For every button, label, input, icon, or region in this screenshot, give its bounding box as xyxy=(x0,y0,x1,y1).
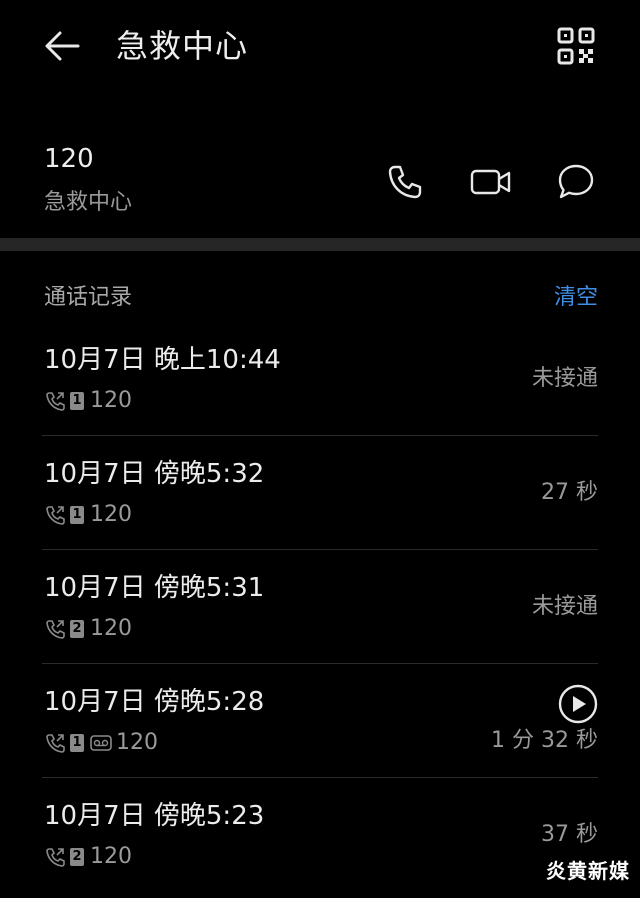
call-log-title: 通话记录 xyxy=(44,285,133,310)
call-outgoing-icon xyxy=(44,390,66,412)
call-time: 10月7日 傍晚5:23 xyxy=(44,801,265,831)
sim-card-icon: 1 xyxy=(70,506,84,524)
call-log-row[interactable]: 10月7日 傍晚5:32 1 120 27 秒 xyxy=(42,436,598,550)
watermark: 炎黄新媒 xyxy=(546,859,630,883)
voicemail-icon xyxy=(90,734,112,752)
message-button[interactable] xyxy=(554,160,598,204)
call-status: 未接通 xyxy=(531,594,598,619)
chat-bubble-icon xyxy=(558,164,594,199)
section-divider xyxy=(0,238,640,251)
call-button[interactable] xyxy=(383,160,427,204)
call-time: 10月7日 晚上10:44 xyxy=(44,345,281,375)
call-meta: 1 120 xyxy=(44,500,132,530)
qr-code-icon xyxy=(557,27,595,65)
call-outgoing-icon xyxy=(44,618,66,640)
back-button[interactable] xyxy=(40,26,84,66)
sim-card-icon: 1 xyxy=(70,392,84,410)
play-recording-button[interactable] xyxy=(558,684,598,724)
call-meta: 1 120 xyxy=(44,386,132,416)
call-number: 120 xyxy=(90,616,132,641)
app-header: 急救中心 xyxy=(0,0,640,96)
call-status: 27 秒 xyxy=(541,480,598,505)
call-meta: 2 120 xyxy=(44,842,132,872)
call-status: 未接通 xyxy=(531,366,598,391)
call-number: 120 xyxy=(90,388,132,413)
call-number: 120 xyxy=(90,502,132,527)
clear-button[interactable]: 清空 xyxy=(554,280,598,316)
call-status: 37 秒 xyxy=(541,822,598,847)
call-time: 10月7日 傍晚5:32 xyxy=(44,459,265,489)
contact-name: 急救中心 xyxy=(44,190,133,215)
call-meta: 2 120 xyxy=(44,614,132,644)
call-number: 120 xyxy=(116,730,158,755)
contact-card: 120 急救中心 xyxy=(0,130,640,230)
call-outgoing-icon xyxy=(44,846,66,868)
contact-number: 120 xyxy=(44,144,94,174)
call-number: 120 xyxy=(90,844,132,869)
call-log-row[interactable]: 10月7日 晚上10:44 1 120 未接通 xyxy=(42,322,598,436)
call-outgoing-icon xyxy=(44,504,66,526)
call-log-row[interactable]: 10月7日 傍晚5:23 2 120 37 秒 xyxy=(42,778,598,892)
call-time: 10月7日 傍晚5:28 xyxy=(44,687,265,717)
call-meta: 1 120 xyxy=(44,728,158,758)
call-time: 10月7日 傍晚5:31 xyxy=(44,573,265,603)
video-camera-icon xyxy=(470,169,511,195)
phone-icon xyxy=(388,165,422,199)
page-title: 急救中心 xyxy=(116,27,249,65)
sim-card-icon: 1 xyxy=(70,734,84,752)
back-arrow-icon xyxy=(45,31,80,61)
call-status: 1 分 32 秒 xyxy=(491,728,598,753)
call-outgoing-icon xyxy=(44,732,66,754)
qr-code-button[interactable] xyxy=(554,24,598,68)
sim-card-icon: 2 xyxy=(70,620,84,638)
sim-card-icon: 2 xyxy=(70,848,84,866)
call-log-header: 通话记录 清空 xyxy=(0,280,640,316)
call-log-row[interactable]: 10月7日 傍晚5:31 2 120 未接通 xyxy=(42,550,598,664)
call-log-row[interactable]: 10月7日 傍晚5:28 1 120 1 分 32 秒 xyxy=(42,664,598,778)
video-call-button[interactable] xyxy=(469,160,513,204)
call-log-list: 10月7日 晚上10:44 1 120 未接通 10月7日 傍晚5:32 1 1… xyxy=(42,322,598,892)
play-icon xyxy=(558,684,598,724)
